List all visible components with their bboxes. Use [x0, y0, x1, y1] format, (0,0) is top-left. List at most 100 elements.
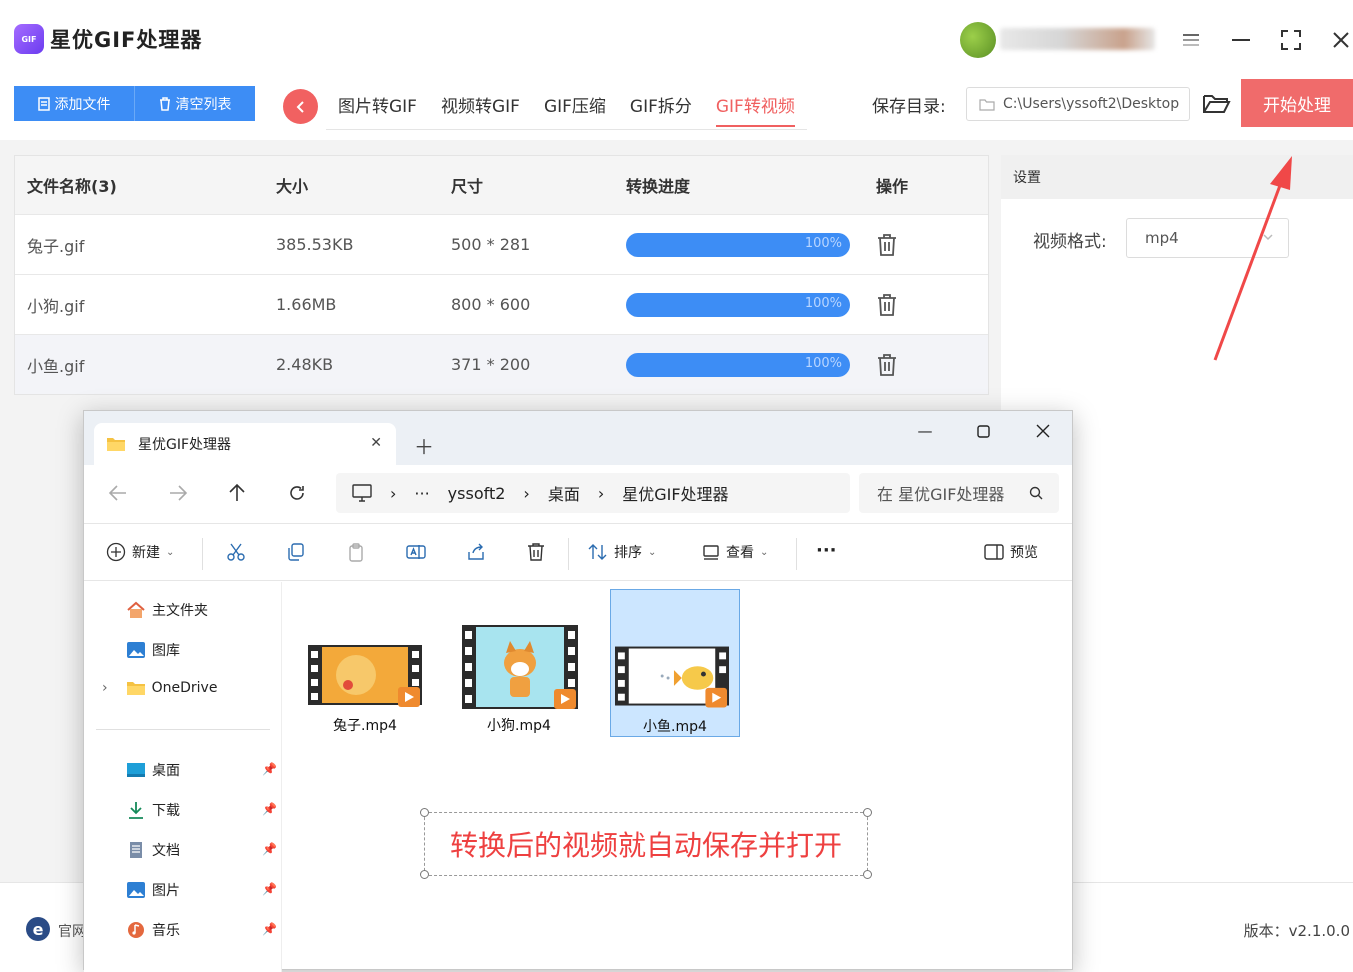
sidebar-item-pictures[interactable]: 图片 — [126, 880, 180, 900]
breadcrumb-ellipsis[interactable]: ··· — [414, 484, 429, 503]
file-icon — [37, 96, 50, 111]
fullscreen-icon[interactable] — [1276, 26, 1306, 54]
share-icon[interactable] — [466, 542, 486, 562]
save-dir-field[interactable]: C:\Users\yssoft2\Desktop — [966, 87, 1190, 121]
chevron-down-icon: ⌄ — [760, 546, 769, 558]
breadcrumb-item[interactable]: 星优GIF处理器 — [622, 481, 728, 505]
resize-handle[interactable] — [420, 808, 429, 817]
tab-image-to-gif[interactable]: 图片转GIF — [326, 84, 429, 129]
breadcrumb-item[interactable]: yssoft2 — [448, 484, 506, 503]
new-tab-icon[interactable]: ＋ — [414, 431, 434, 460]
sidebar-item-desktop[interactable]: 桌面 — [126, 760, 180, 780]
add-file-label: 添加文件 — [54, 96, 111, 113]
new-button[interactable]: 新建 ⌄ — [106, 542, 174, 562]
close-icon[interactable] — [1028, 421, 1058, 441]
download-icon — [129, 802, 143, 819]
table-row[interactable]: 兔子.gif 385.53KB 500 * 281 100% — [15, 214, 988, 274]
file-tile[interactable]: 兔子.mp4 — [300, 589, 430, 737]
start-process-button[interactable]: 开始处理 — [1241, 79, 1353, 127]
table-row[interactable]: 小狗.gif 1.66MB 800 * 600 100% — [15, 274, 988, 334]
tab-video-to-gif[interactable]: 视频转GIF — [429, 84, 532, 129]
pin-icon[interactable]: 📌 — [262, 882, 277, 896]
sidebar-label: 音乐 — [152, 923, 180, 939]
pin-icon[interactable]: 📌 — [262, 922, 277, 936]
explorer-command-bar: 新建 ⌄ 排序 ⌄ 查看 ⌄ ··· 预览 — [84, 523, 1072, 581]
resize-handle[interactable] — [863, 808, 872, 817]
sidebar-item-onedrive[interactable]: › OneDrive — [102, 680, 217, 696]
more-options-icon[interactable]: ··· — [816, 540, 837, 561]
view-button[interactable]: 查看 ⌄ — [702, 542, 768, 562]
close-tab-icon[interactable]: ✕ — [370, 435, 382, 451]
sidebar-item-downloads[interactable]: 下载 — [126, 800, 180, 820]
save-dir-label: 保存目录: — [872, 97, 946, 117]
sidebar-item-music[interactable]: 音乐 — [126, 920, 180, 940]
close-icon[interactable] — [1326, 26, 1353, 54]
explorer-address-bar: › ··· yssoft2 › 桌面 › 星优GIF处理器 在 星优GIF处理器 — [84, 465, 1072, 523]
annotation-textbox: 转换后的视频就自动保存并打开 — [424, 812, 868, 876]
resize-handle[interactable] — [420, 870, 429, 879]
website-icon[interactable]: e — [26, 917, 50, 941]
view-icon — [703, 545, 719, 560]
delete-icon[interactable] — [876, 233, 898, 257]
progress-text: 100% — [804, 355, 842, 371]
sidebar-label: 文档 — [152, 843, 180, 859]
file-dimensions: 500 * 281 — [451, 235, 531, 254]
pin-icon[interactable]: 📌 — [262, 842, 277, 856]
avatar[interactable] — [960, 22, 996, 58]
pin-icon[interactable]: 📌 — [262, 802, 277, 816]
tab-gif-split[interactable]: GIF拆分 — [618, 84, 704, 129]
paste-icon[interactable] — [346, 542, 366, 562]
back-arrow-icon[interactable] — [108, 483, 128, 507]
breadcrumb-item[interactable]: 桌面 — [548, 481, 580, 505]
clear-list-button[interactable]: 清空列表 — [134, 86, 255, 121]
annotation-text: 转换后的视频就自动保存并打开 — [449, 829, 842, 862]
explorer-sidebar: 主文件夹 图库 › OneDrive 桌面 📌 下载 📌 文档 📌 图片 📌 音… — [84, 582, 282, 972]
delete-icon[interactable] — [526, 542, 546, 562]
progress-bar: 100% — [626, 292, 850, 317]
delete-icon[interactable] — [876, 353, 898, 377]
file-name: 小狗.gif — [27, 296, 85, 316]
copy-icon[interactable] — [286, 542, 306, 562]
tab-gif-compress[interactable]: GIF压缩 — [532, 84, 618, 129]
file-button-group: 添加文件 清空列表 — [14, 86, 255, 121]
sort-button[interactable]: 排序 ⌄ — [588, 542, 656, 562]
website-link[interactable]: 官网 — [58, 921, 86, 941]
header-dimensions: 尺寸 — [451, 177, 484, 196]
sidebar-item-home[interactable]: 主文件夹 — [126, 600, 208, 620]
minimize-icon[interactable] — [1226, 26, 1256, 54]
header-progress: 转换进度 — [626, 177, 691, 196]
search-input[interactable]: 在 星优GIF处理器 — [859, 473, 1059, 513]
open-folder-icon[interactable] — [1201, 90, 1231, 120]
add-file-button[interactable]: 添加文件 — [14, 86, 134, 121]
cut-icon[interactable] — [226, 542, 246, 562]
explorer-tab[interactable]: 星优GIF处理器 ✕ — [94, 423, 396, 465]
tabs-back-button[interactable] — [283, 89, 318, 124]
resize-handle[interactable] — [863, 870, 872, 879]
file-tile-selected[interactable]: 小鱼.mp4 — [610, 589, 740, 737]
sidebar-item-gallery[interactable]: 图库 — [126, 640, 180, 660]
sort-label: 排序 — [614, 545, 642, 561]
video-file-icon — [308, 645, 422, 707]
file-tile[interactable]: 小狗.mp4 — [454, 589, 584, 737]
tab-gif-to-video[interactable]: GIF转视频 — [704, 84, 807, 129]
refresh-icon[interactable] — [288, 483, 306, 507]
sidebar-label: 桌面 — [152, 763, 180, 779]
file-name: 兔子.mp4 — [333, 718, 397, 734]
sidebar-label: 主文件夹 — [152, 603, 208, 619]
breadcrumb[interactable]: › ··· yssoft2 › 桌面 › 星优GIF处理器 — [336, 473, 850, 513]
document-icon — [130, 842, 142, 858]
minimize-icon[interactable]: — — [910, 421, 940, 441]
table-row[interactable]: 小鱼.gif 2.48KB 371 * 200 100% — [15, 334, 988, 394]
maximize-icon[interactable] — [968, 421, 998, 441]
sidebar-item-documents[interactable]: 文档 — [126, 840, 180, 860]
menu-icon[interactable] — [1176, 26, 1206, 54]
chevron-left-icon — [296, 100, 304, 113]
preview-button[interactable]: 预览 — [984, 542, 1038, 562]
file-size: 1.66MB — [276, 295, 337, 314]
delete-icon[interactable] — [876, 293, 898, 317]
up-arrow-icon[interactable] — [228, 483, 246, 508]
forward-arrow-icon[interactable] — [168, 483, 188, 507]
plus-circle-icon — [106, 542, 126, 562]
rename-icon[interactable] — [406, 542, 426, 562]
pin-icon[interactable]: 📌 — [262, 762, 277, 776]
